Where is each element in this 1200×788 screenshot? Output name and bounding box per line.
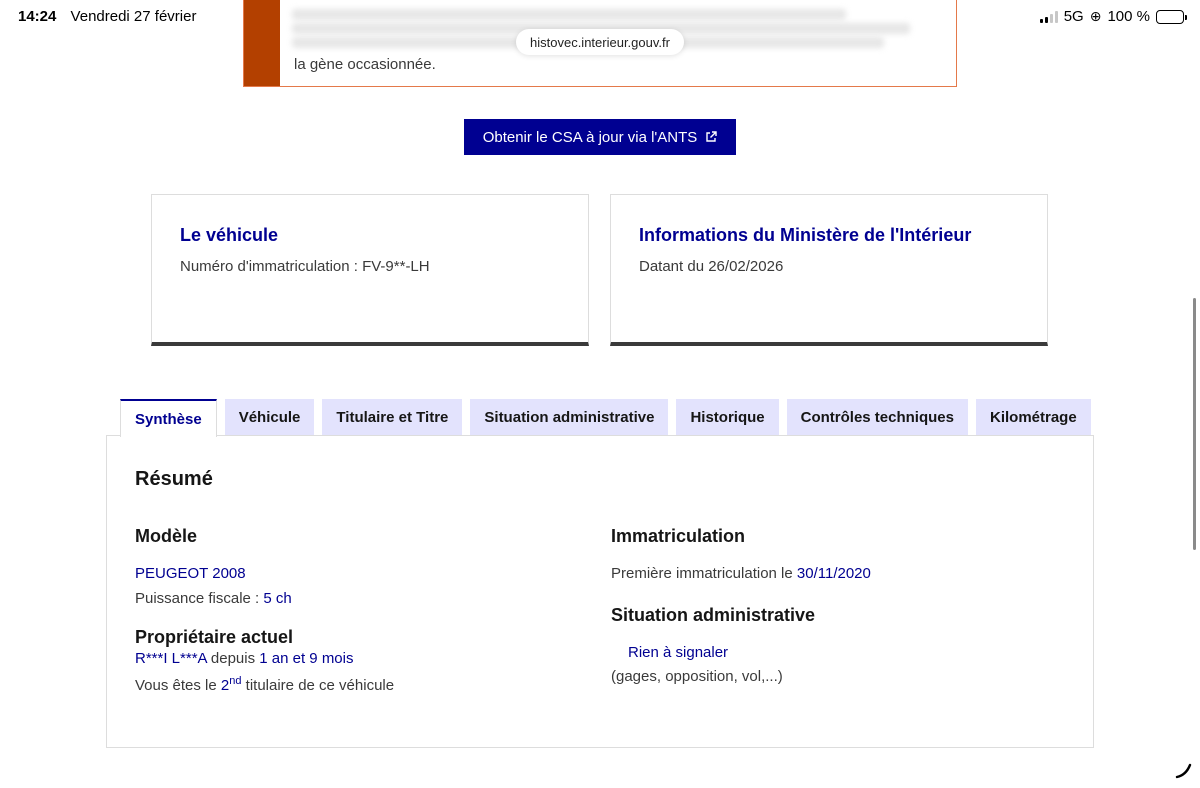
owner-since-label: depuis xyxy=(206,650,260,667)
tab-historique[interactable]: Historique xyxy=(676,399,779,435)
first-registration: Première immatriculation le 30/11/2020 xyxy=(611,563,871,585)
owner-rank-number: 2 xyxy=(220,677,230,694)
fiscal-power-value: 5 ch xyxy=(263,590,292,607)
status-bar-left: 14:24 Vendredi 27 février xyxy=(18,8,196,25)
get-csa-label: Obtenir le CSA à jour via l'ANTS xyxy=(482,128,698,146)
summary-left-column: Modèle PEUGEOT 2008 Puissance fiscale : … xyxy=(135,526,394,697)
status-time: 14:24 xyxy=(18,8,57,25)
summary-right-column: Immatriculation Première immatriculation… xyxy=(611,526,871,688)
admin-heading: Situation administrative xyxy=(611,605,816,625)
owner-rank-prefix: Vous êtes le xyxy=(135,677,221,694)
first-registration-date: 30/11/2020 xyxy=(796,565,871,582)
external-link-icon xyxy=(706,131,718,142)
tab-vehicule[interactable]: Véhicule xyxy=(224,399,315,435)
owner-rank: Vous êtes le 2nd titulaire de ce véhicul… xyxy=(135,670,394,697)
tab-kilometrage[interactable]: Kilométrage xyxy=(975,399,1091,435)
admin-status: Rien à signaler xyxy=(628,644,729,661)
tab-controles-techniques[interactable]: Contrôles techniques xyxy=(786,399,968,435)
model-heading: Modèle xyxy=(135,526,198,546)
registration-heading: Immatriculation xyxy=(611,526,746,546)
owner-since-value: 1 an et 9 mois xyxy=(259,650,354,667)
model-name: PEUGEOT 2008 xyxy=(135,565,246,582)
network-label: 5G xyxy=(1063,8,1084,25)
vehicle-card-title: Le véhicule xyxy=(180,225,279,245)
get-csa-button[interactable]: Obtenir le CSA à jour via l'ANTS xyxy=(464,119,736,155)
fiscal-power-label: Puissance fiscale : xyxy=(135,590,264,607)
vehicle-card: Le véhicule Numéro d'immatriculation : F… xyxy=(151,194,589,346)
battery-label: 100 % xyxy=(1107,8,1150,25)
alert-accent-bar xyxy=(244,0,280,86)
alert-text: la gène occasionnée. xyxy=(294,56,436,73)
fiscal-power: Puissance fiscale : 5 ch xyxy=(135,588,394,610)
vehicle-plate: Numéro d'immatriculation : FV-9**-LH xyxy=(180,258,430,275)
tab-bar: Synthèse Véhicule Titulaire et Titre Sit… xyxy=(120,399,1091,437)
first-registration-label: Première immatriculation le xyxy=(611,565,797,582)
resize-handle-icon[interactable] xyxy=(1174,760,1194,780)
tab-synthese[interactable]: Synthèse xyxy=(120,399,217,437)
tab-titulaire[interactable]: Titulaire et Titre xyxy=(322,399,463,435)
ministry-card: Informations du Ministère de l'Intérieur… xyxy=(610,194,1048,346)
owner-name: R***I L***A xyxy=(135,650,207,667)
battery-icon xyxy=(1156,9,1187,24)
status-bar-right: 5G ⊕ 100 % xyxy=(1039,8,1187,25)
owner-rank-sup: nd xyxy=(229,675,242,687)
summary-title: Résumé xyxy=(135,468,213,490)
owner-rank-suffix: titulaire de ce véhicule xyxy=(241,677,395,694)
orientation-lock-icon: ⊕ xyxy=(1089,8,1102,24)
page-scrollbar[interactable] xyxy=(1193,298,1196,550)
tab-situation-administrative[interactable]: Situation administrative xyxy=(470,399,669,435)
signal-icon xyxy=(1039,10,1058,23)
owner-line: R***I L***A depuis 1 an et 9 mois xyxy=(135,648,394,670)
status-date: Vendredi 27 février xyxy=(70,8,197,25)
ministry-card-title: Informations du Ministère de l'Intérieur xyxy=(639,225,972,245)
ministry-date: Datant du 26/02/2026 xyxy=(639,258,784,275)
owner-heading: Propriétaire actuel xyxy=(135,627,294,647)
admin-detail: (gages, opposition, vol,...) xyxy=(611,668,783,685)
url-text: histovec.interieur.gouv.fr xyxy=(530,34,670,50)
synthese-panel: Résumé Modèle PEUGEOT 2008 Puissance fis… xyxy=(106,435,1094,748)
url-bar[interactable]: histovec.interieur.gouv.fr xyxy=(516,29,684,55)
